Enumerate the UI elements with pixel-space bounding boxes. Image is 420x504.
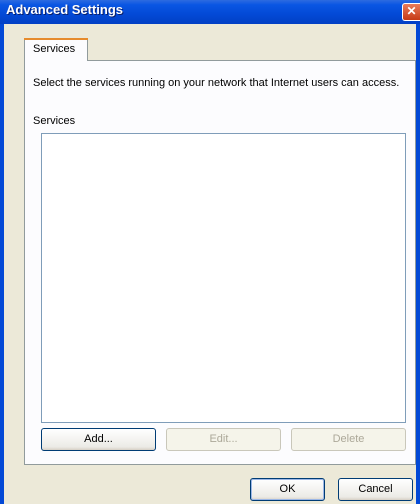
ok-button[interactable]: OK <box>250 478 325 501</box>
tab-highlight <box>24 38 88 40</box>
services-listbox[interactable] <box>41 133 406 423</box>
services-list-label: Services <box>33 115 76 127</box>
advanced-settings-dialog: Advanced Settings ✕ Services Select the … <box>0 0 420 504</box>
title-bar[interactable]: Advanced Settings ✕ <box>0 0 420 24</box>
edit-button[interactable]: Edit... <box>166 428 281 451</box>
window-frame-right <box>416 24 420 504</box>
close-icon[interactable]: ✕ <box>402 3 420 21</box>
delete-button[interactable]: Delete <box>291 428 406 451</box>
services-description: Select the services running on your netw… <box>33 77 400 89</box>
tab-services[interactable]: Services <box>24 38 88 61</box>
add-button[interactable]: Add... <box>41 428 156 451</box>
window-title: Advanced Settings <box>6 2 124 17</box>
tab-label: Services <box>33 43 76 55</box>
cancel-button[interactable]: Cancel <box>338 478 413 501</box>
window-frame-left <box>0 24 4 504</box>
